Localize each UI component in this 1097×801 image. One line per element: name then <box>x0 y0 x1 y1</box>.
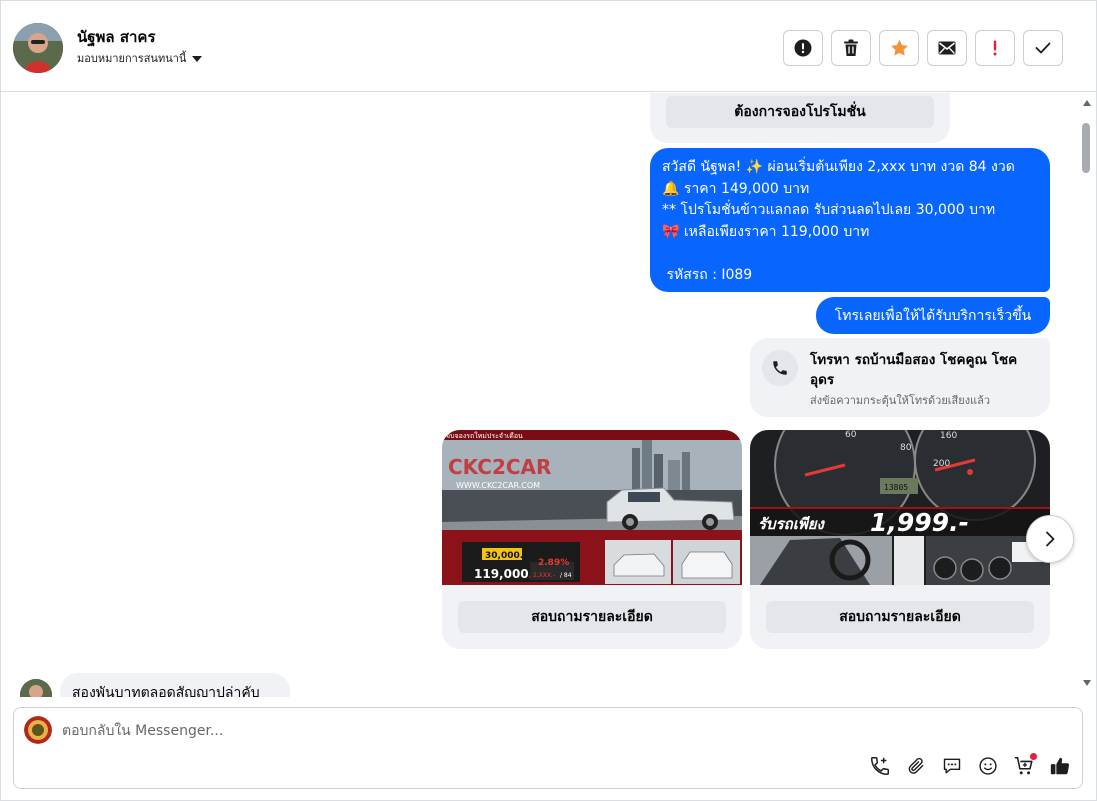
message-thread[interactable]: ต้องการจองโปรโมชั่น สวัสดี นัฐพล! ✨ ผ่อน… <box>1 93 1096 697</box>
message-line: สวัสดี นัฐพล! ✨ ผ่อนเริ่มต้นเพียง 2,xxx … <box>662 159 1015 175</box>
chat-bubble-icon <box>943 758 961 774</box>
ad-months: / 84 <box>560 572 572 579</box>
exclamation-icon <box>993 40 997 56</box>
message-line: รหัสรถ : I089 <box>662 266 753 283</box>
thumbs-up-icon <box>1050 757 1070 775</box>
phone-plus-icon <box>871 757 889 775</box>
notification-dot <box>1030 753 1037 760</box>
carousel-next-button[interactable] <box>1026 515 1074 563</box>
like-button[interactable] <box>1048 754 1072 778</box>
attach-button[interactable] <box>904 754 928 778</box>
page-avatar <box>24 716 52 744</box>
call-card-title: โทรหา รถบ้านมือสอง โชคคูณ โชคอุดร <box>810 352 1018 388</box>
delete-button[interactable] <box>831 30 871 66</box>
trash-icon <box>844 39 858 56</box>
ad-headline: รับรถเพียง <box>758 515 826 533</box>
message-line <box>662 243 1038 265</box>
ad-discount-price: 30,000.- <box>485 551 527 561</box>
call-button[interactable] <box>868 754 892 778</box>
message-line: 🎀 เหลือเพียงราคา 119,000 บาท <box>662 223 870 240</box>
carousel-card: 60 80 160 200 13805 รับรถเพียง 1,999.- ส… <box>750 430 1050 649</box>
emoji-button[interactable] <box>976 754 1000 778</box>
smiley-icon <box>979 757 997 775</box>
svg-text:160: 160 <box>940 431 957 441</box>
call-card-subtitle: ส่งข้อความกระตุ้นให้โทรด้วยเสียงแล้ว <box>810 394 991 407</box>
phone-icon <box>762 350 798 386</box>
chevron-right-icon <box>1046 531 1055 547</box>
ad-site-text: WWW.CKC2CAR.COM <box>456 481 540 490</box>
saved-replies-button[interactable] <box>940 754 964 778</box>
ask-details-button[interactable]: สอบถามรายละเอียด <box>766 601 1034 633</box>
priority-button[interactable] <box>975 30 1015 66</box>
promo-card-bottom: ต้องการจองโปรโมชั่น <box>650 93 950 143</box>
envelope-icon <box>938 41 956 55</box>
ad-banner-text: จับจองรถใหม่ประจำเดือน <box>446 431 523 440</box>
contact-name[interactable]: นัฐพล สาคร <box>77 25 156 49</box>
svg-text:200: 200 <box>933 459 950 469</box>
ad-installment: 2,XXX.- <box>533 572 555 579</box>
odometer-readout: 13805 <box>884 483 908 492</box>
contact-avatar-small <box>20 679 52 697</box>
checkmark-icon <box>1035 42 1051 54</box>
header-actions <box>783 30 1063 66</box>
car-ad-image[interactable]: จับจองรถใหม่ประจำเดือน CKC2CAR WWW.CKC2C… <box>442 430 742 585</box>
message-line: 🔔 ราคา 149,000 บาท <box>662 180 810 197</box>
mark-done-button[interactable] <box>1023 30 1063 66</box>
exclamation-circle-icon <box>794 39 812 57</box>
star-icon <box>890 39 908 56</box>
car-ad-image[interactable]: 60 80 160 200 13805 รับรถเพียง 1,999.- <box>750 430 1050 585</box>
caret-down-icon <box>192 55 203 62</box>
scroll-down-arrow-icon[interactable] <box>1083 680 1091 686</box>
scroll-up-arrow-icon[interactable] <box>1083 100 1091 106</box>
composer-toolbar <box>868 753 1072 778</box>
ad-brand-text: CKC2CAR <box>448 455 551 479</box>
svg-text:80: 80 <box>900 443 912 453</box>
assign-conversation-dropdown[interactable]: มอบหมายการสนทนานี้ <box>77 49 203 67</box>
thread-scrollbar[interactable] <box>1081 93 1093 697</box>
paperclip-icon <box>908 757 924 774</box>
incoming-message: สองพันบาทตลอดสัญญาปล่าคับ <box>60 673 290 697</box>
scrollbar-thumb[interactable] <box>1082 123 1090 173</box>
ad-price: 1,999.- <box>870 508 969 537</box>
message-line: ** โปรโมชั่นข้าวแลกลด รับส่วนลดไปเลย 30,… <box>662 202 996 218</box>
outgoing-call-prompt: โทรเลยเพื่อให้ได้รับบริการเร็วขึ้น <box>816 297 1050 334</box>
call-request-card[interactable]: โทรหา รถบ้านมือสอง โชคคูณ โชคอุดร ส่งข้อ… <box>750 338 1050 417</box>
mark-unread-button[interactable] <box>927 30 967 66</box>
svg-text:60: 60 <box>845 430 857 440</box>
conversation-header: นัฐพล สาคร มอบหมายการสนทนานี้ <box>1 1 1096 92</box>
ad-rate: 2.89% <box>538 558 569 568</box>
shop-button[interactable] <box>1012 753 1037 778</box>
inbox-conversation-view: นัฐพล สาคร มอบหมายการสนทนานี้ ต้องการจอง… <box>0 0 1097 801</box>
ask-details-button[interactable]: สอบถามรายละเอียด <box>458 601 726 633</box>
book-promotion-button[interactable]: ต้องการจองโปรโมชั่น <box>666 96 934 128</box>
ad-price: 119,000.- <box>474 567 538 581</box>
contact-avatar[interactable] <box>13 23 63 73</box>
outgoing-promo-message: สวัสดี นัฐพล! ✨ ผ่อนเริ่มต้นเพียง 2,xxx … <box>650 148 1050 292</box>
assign-label: มอบหมายการสนทนานี้ <box>77 52 187 65</box>
reply-input[interactable] <box>62 720 762 742</box>
follow-up-button[interactable] <box>879 30 919 66</box>
mark-spam-button[interactable] <box>783 30 823 66</box>
reply-composer <box>13 707 1083 789</box>
carousel-card: จับจองรถใหม่ประจำเดือน CKC2CAR WWW.CKC2C… <box>442 430 742 649</box>
